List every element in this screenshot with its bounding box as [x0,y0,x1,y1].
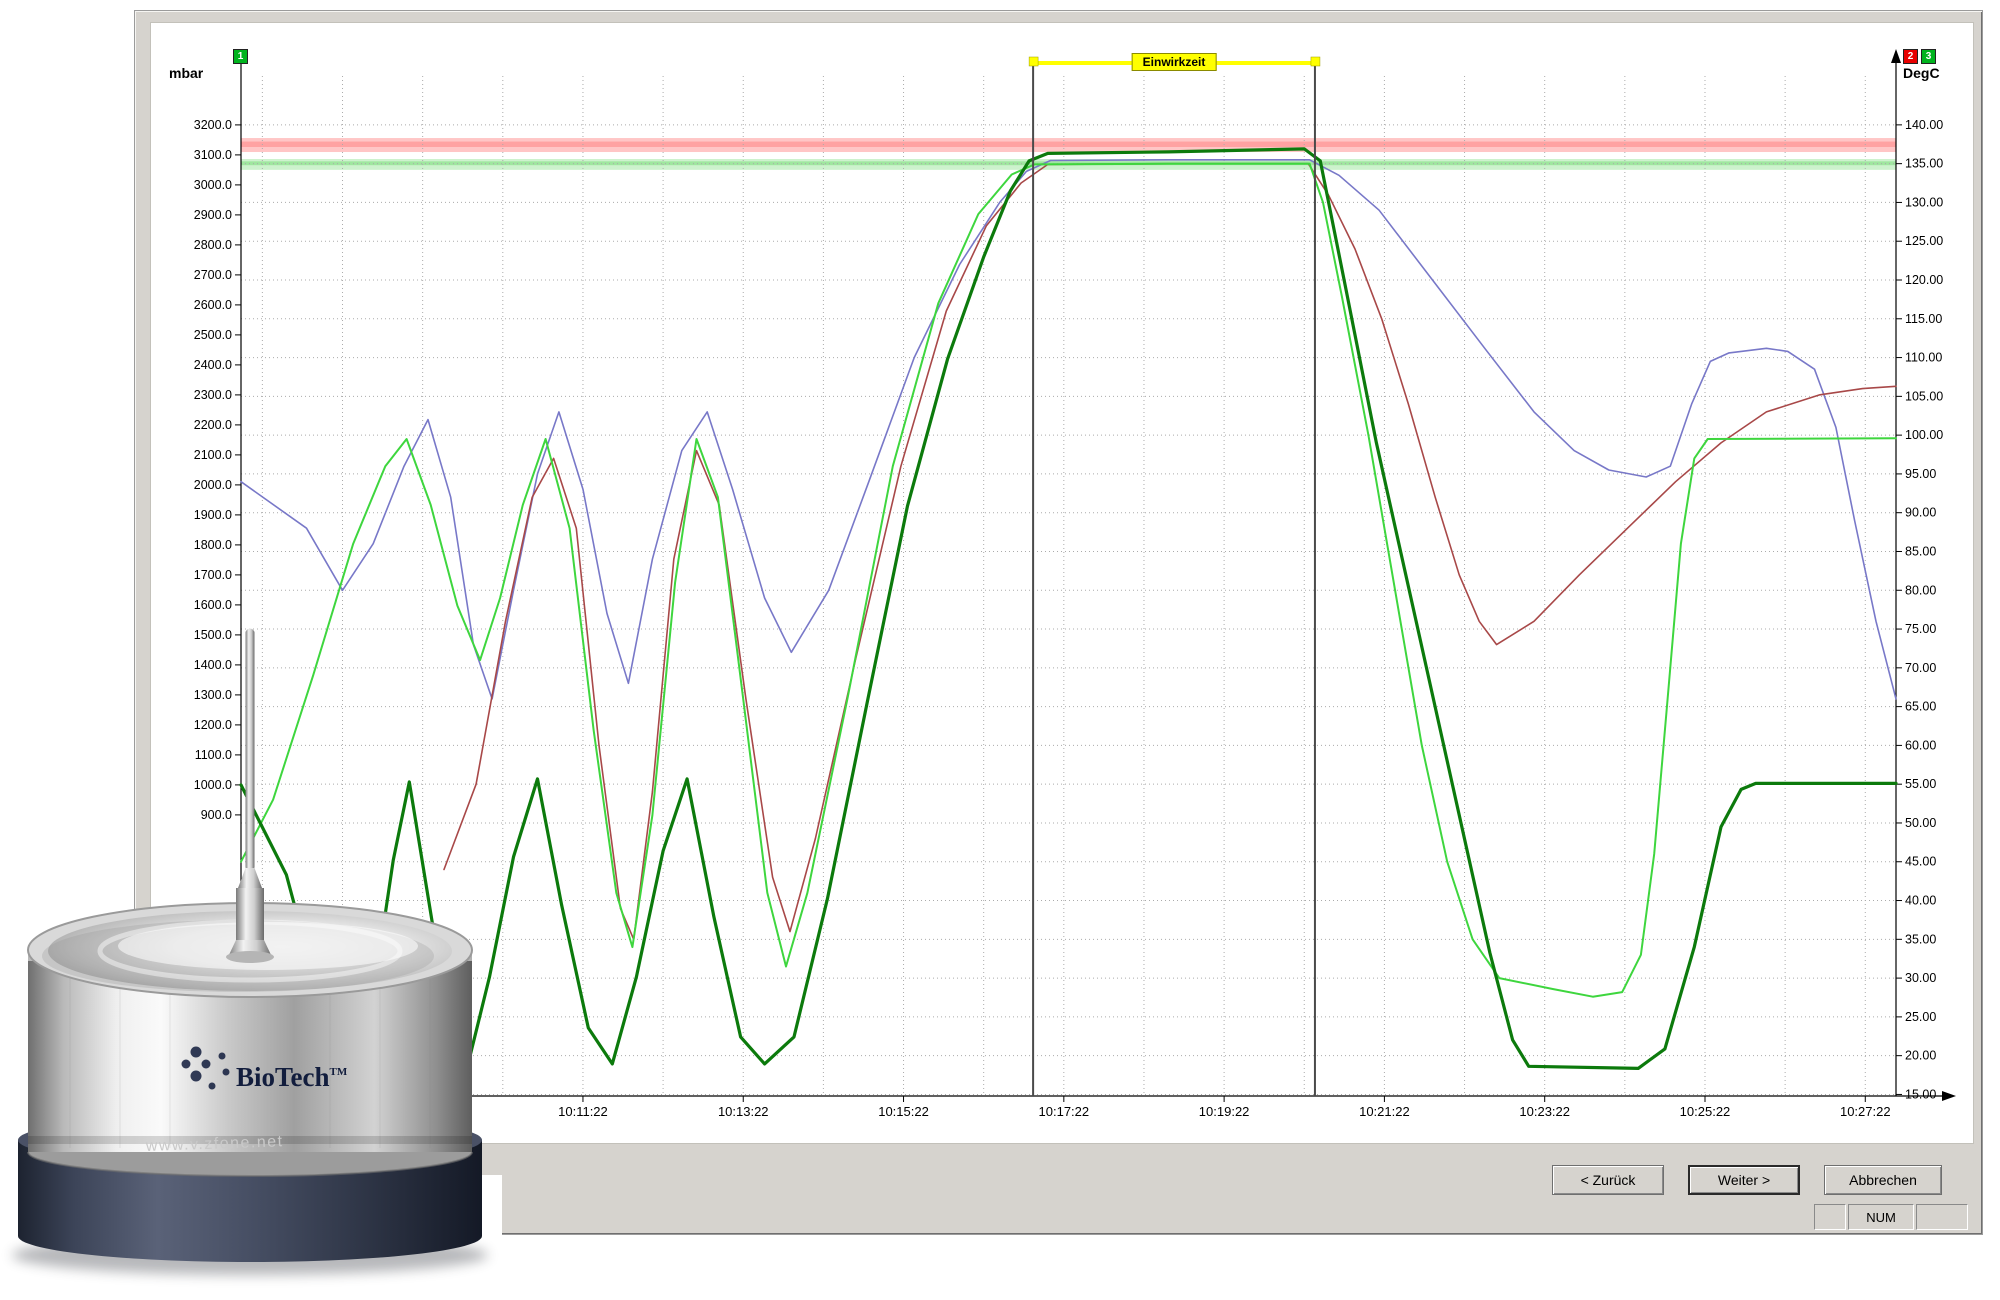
channel-3-badge: 3 [1921,49,1936,64]
svg-text:10:25:22: 10:25:22 [1680,1104,1731,1119]
svg-text:2500.0: 2500.0 [194,328,232,342]
svg-text:10:23:22: 10:23:22 [1519,1104,1570,1119]
svg-text:3200.0: 3200.0 [194,118,232,132]
screenshot-root: 15.00 20.00 25.00 30.00 35.00 40.00 45.00 50.00… [0,0,2000,1300]
svg-text:20.00: 20.00 [1905,1049,1936,1063]
svg-text:115.00: 115.00 [1905,312,1942,326]
svg-text:1800.0: 1800.0 [194,538,232,552]
svg-text:1900.0: 1900.0 [194,508,232,522]
svg-text:10:13:22: 10:13:22 [718,1104,769,1119]
svg-text:105.00: 105.00 [1905,389,1943,403]
svg-text:10:21:22: 10:21:22 [1359,1104,1410,1119]
svg-text:140.00: 140.00 [1905,118,1943,132]
svg-text:10:19:22: 10:19:22 [1199,1104,1250,1119]
svg-text:80.00: 80.00 [1905,583,1936,597]
svg-text:10:15:22: 10:15:22 [878,1104,929,1119]
svg-text:60.00: 60.00 [1905,738,1936,752]
svg-text:110.00: 110.00 [1905,351,1942,365]
zurueck-button[interactable]: < Zurück [1552,1165,1664,1195]
status-num-indicator: NUM [1848,1204,1914,1230]
svg-text:2700.0: 2700.0 [194,268,232,282]
weiter-button[interactable]: Weiter > [1688,1165,1800,1195]
svg-text:100.00: 100.00 [1905,428,1943,442]
svg-text:3000.0: 3000.0 [194,178,232,192]
svg-text:70.00: 70.00 [1905,661,1936,675]
logo-tm-mark: TM [330,1066,348,1078]
svg-text:1700.0: 1700.0 [194,568,232,582]
status-cell-empty-left [1814,1204,1846,1230]
svg-text:2100.0: 2100.0 [194,448,232,462]
channel-1-badge: 1 [233,49,248,64]
svg-text:55.00: 55.00 [1905,777,1936,791]
svg-text:25.00: 25.00 [1905,1010,1936,1024]
svg-text:2000.0: 2000.0 [194,478,232,492]
svg-text:10:11:22: 10:11:22 [558,1104,608,1119]
svg-text:2400.0: 2400.0 [194,358,232,372]
svg-text:15.00: 15.00 [1905,1087,1936,1101]
svg-text:120.00: 120.00 [1905,273,1943,287]
abbrechen-button[interactable]: Abbrechen [1824,1165,1942,1195]
einwirkzeit-label: Einwirkzeit [1132,53,1217,71]
device-photo: BioTechTM www.v.zfone.net [0,600,520,1300]
svg-text:30.00: 30.00 [1905,971,1936,985]
svg-text:10:27:22: 10:27:22 [1840,1104,1891,1119]
svg-text:35.00: 35.00 [1905,932,1936,946]
svg-text:3100.0: 3100.0 [194,148,232,162]
right-axis-unit: DegC [1903,65,1940,81]
status-cell-empty-right [1916,1204,1968,1230]
svg-text:135.00: 135.00 [1905,157,1943,171]
svg-text:45.00: 45.00 [1905,855,1936,869]
channel-2-badge: 2 [1903,49,1918,64]
svg-text:90.00: 90.00 [1905,506,1936,520]
svg-text:2600.0: 2600.0 [194,298,232,312]
svg-text:2900.0: 2900.0 [194,208,232,222]
svg-text:40.00: 40.00 [1905,894,1936,908]
left-axis-unit: mbar [169,65,203,81]
svg-text:75.00: 75.00 [1905,622,1936,636]
svg-text:50.00: 50.00 [1905,816,1936,830]
svg-text:2200.0: 2200.0 [194,418,232,432]
svg-text:95.00: 95.00 [1905,467,1936,481]
svg-text:2300.0: 2300.0 [194,388,232,402]
logo-text: BioTech [236,1062,330,1092]
svg-text:65.00: 65.00 [1905,700,1936,714]
svg-text:2800.0: 2800.0 [194,238,232,252]
svg-text:85.00: 85.00 [1905,544,1936,558]
svg-text:125.00: 125.00 [1905,234,1943,248]
svg-text:10:17:22: 10:17:22 [1039,1104,1090,1119]
svg-text:130.00: 130.00 [1905,195,1943,209]
